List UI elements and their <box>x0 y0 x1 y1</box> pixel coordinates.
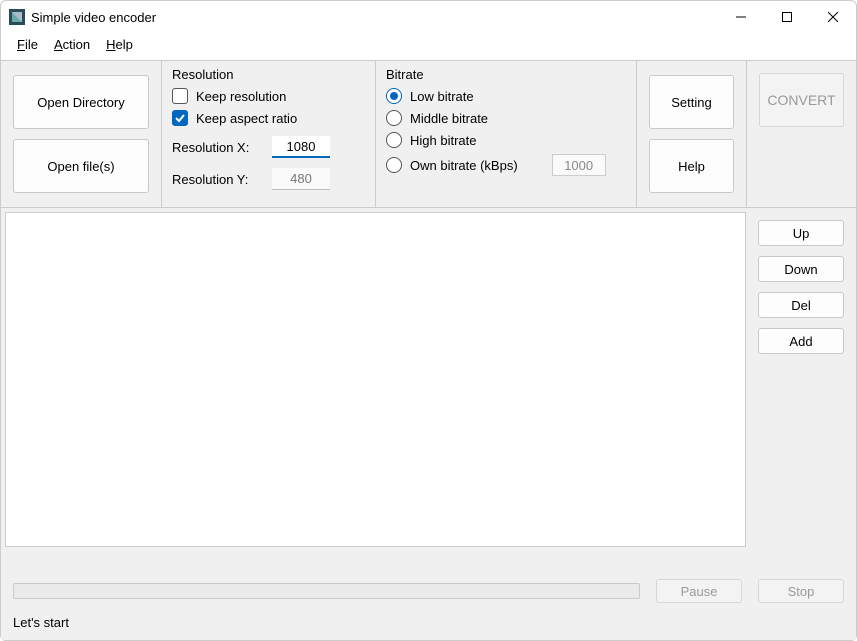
progress-bar <box>13 583 640 599</box>
menu-file[interactable]: File <box>11 35 44 54</box>
list-side-buttons: Up Down Del Add <box>746 208 856 551</box>
resolution-group: Resolution Keep resolution Keep aspect r… <box>161 61 376 207</box>
file-list[interactable] <box>5 212 746 547</box>
keep-resolution-row[interactable]: Keep resolution <box>172 88 365 104</box>
pause-button[interactable]: Pause <box>656 579 742 603</box>
resolution-x-input[interactable] <box>272 136 330 158</box>
bitrate-own-input[interactable] <box>552 154 606 176</box>
title-bar: Simple video encoder <box>1 1 856 33</box>
menu-help-rest: elp <box>116 37 133 52</box>
keep-resolution-label: Keep resolution <box>196 89 286 104</box>
middle-wrap: Up Down Del Add <box>1 208 856 551</box>
keep-aspect-label: Keep aspect ratio <box>196 111 297 126</box>
menu-action-rest: ction <box>63 37 90 52</box>
bitrate-low-row[interactable]: Low bitrate <box>386 88 626 104</box>
add-button[interactable]: Add <box>758 328 844 354</box>
convert-button[interactable]: CONVERT <box>759 73 844 127</box>
app-icon <box>9 9 25 25</box>
del-button[interactable]: Del <box>758 292 844 318</box>
status-text: Let's start <box>13 615 69 630</box>
keep-aspect-checkbox[interactable] <box>172 110 188 126</box>
close-icon <box>828 12 838 22</box>
bitrate-title: Bitrate <box>386 67 626 82</box>
status-bar: Let's start <box>1 609 856 640</box>
keep-aspect-row[interactable]: Keep aspect ratio <box>172 110 365 126</box>
menu-file-rest: ile <box>25 37 38 52</box>
stop-button[interactable]: Stop <box>758 579 844 603</box>
bitrate-own-radio[interactable] <box>386 157 402 173</box>
resolution-y-label: Resolution Y: <box>172 172 262 187</box>
settings-column: Setting Help <box>636 61 746 207</box>
bitrate-low-label: Low bitrate <box>410 89 474 104</box>
bitrate-high-row[interactable]: High bitrate <box>386 132 626 148</box>
up-button[interactable]: Up <box>758 220 844 246</box>
menu-action[interactable]: Action <box>48 35 96 54</box>
menu-bar: File Action Help <box>1 33 856 60</box>
minimize-button[interactable] <box>718 1 764 33</box>
open-directory-button[interactable]: Open Directory <box>13 75 149 129</box>
resolution-x-row: Resolution X: <box>172 136 365 158</box>
resolution-x-label: Resolution X: <box>172 140 262 155</box>
bitrate-group: Bitrate Low bitrate Middle bitrate High … <box>376 61 636 207</box>
convert-column: CONVERT <box>746 61 856 207</box>
controls-panel: Open Directory Open file(s) Resolution K… <box>1 60 856 208</box>
bitrate-low-radio[interactable] <box>386 88 402 104</box>
bitrate-high-radio[interactable] <box>386 132 402 148</box>
menu-help[interactable]: Help <box>100 35 139 54</box>
resolution-y-input[interactable] <box>272 168 330 190</box>
bitrate-own-row[interactable]: Own bitrate (kBps) <box>386 154 626 176</box>
bitrate-middle-radio[interactable] <box>386 110 402 126</box>
setting-button[interactable]: Setting <box>649 75 734 129</box>
resolution-y-row: Resolution Y: <box>172 168 365 190</box>
bitrate-middle-row[interactable]: Middle bitrate <box>386 110 626 126</box>
maximize-button[interactable] <box>764 1 810 33</box>
resolution-title: Resolution <box>172 67 365 82</box>
down-button[interactable]: Down <box>758 256 844 282</box>
bitrate-own-label: Own bitrate (kBps) <box>410 158 518 173</box>
bitrate-middle-label: Middle bitrate <box>410 111 488 126</box>
maximize-icon <box>782 12 792 22</box>
open-files-button[interactable]: Open file(s) <box>13 139 149 193</box>
bottom-bar: Pause Stop <box>1 551 856 609</box>
keep-resolution-checkbox[interactable] <box>172 88 188 104</box>
help-button[interactable]: Help <box>649 139 734 193</box>
window-title: Simple video encoder <box>31 10 156 25</box>
bitrate-high-label: High bitrate <box>410 133 476 148</box>
minimize-icon <box>736 12 746 22</box>
open-column: Open Directory Open file(s) <box>1 61 161 207</box>
close-button[interactable] <box>810 1 856 33</box>
